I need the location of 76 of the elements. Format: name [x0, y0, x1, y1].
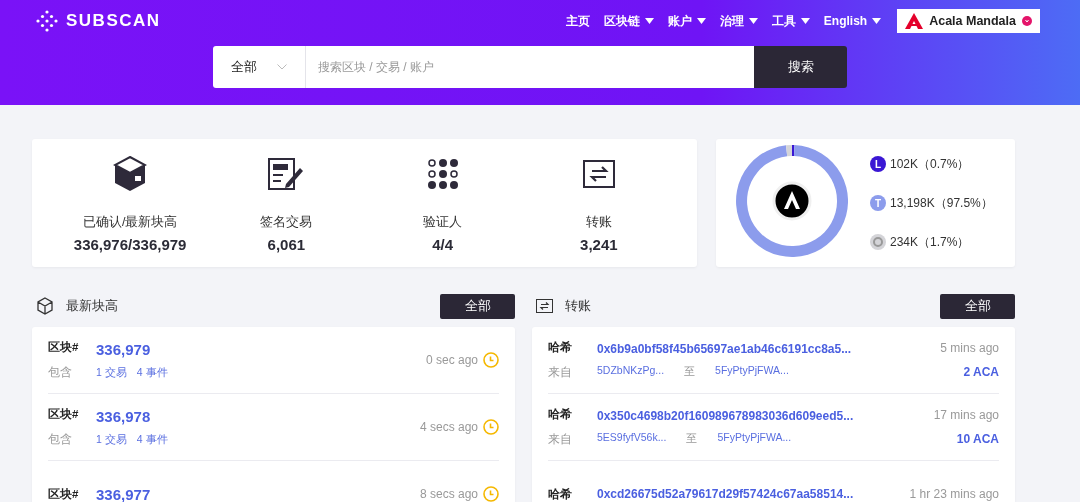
to-label: 至: [686, 430, 698, 446]
logo-icon[interactable]: [36, 10, 58, 32]
block-number-link[interactable]: 336,978: [96, 407, 168, 425]
network-selector[interactable]: Acala Mandala: [897, 9, 1040, 33]
legend-label: 13,198K（97.5%）: [890, 194, 993, 212]
block-label: 区块#: [48, 340, 80, 355]
time-ago: 17 mins ago: [933, 408, 999, 422]
transfer-hash-link[interactable]: 0xcd26675d52a79617d29f57424c67aa58514...: [597, 487, 854, 501]
time-ago: 0 sec ago: [425, 353, 478, 367]
legend-badge: T: [870, 195, 886, 211]
logo-text[interactable]: SUBSCAN: [66, 11, 161, 31]
from-label: 来自: [548, 432, 573, 447]
chevron-icon: [277, 64, 287, 70]
nav-link[interactable]: English: [823, 14, 882, 28]
section-title: 最新块高: [66, 297, 118, 315]
view-all-button[interactable]: 全部: [440, 293, 515, 319]
stat-value: 6,061: [267, 235, 306, 253]
stat-label: 验证人: [423, 213, 463, 231]
transfer-amount: 2 ACA: [963, 365, 999, 379]
stat-label: 已确认/最新块高: [82, 213, 178, 231]
to-label: 至: [684, 363, 696, 379]
recipient-address-link[interactable]: 5FyPtyPjFWA...: [715, 363, 789, 379]
hash-label: 哈希: [548, 340, 573, 355]
time-ago: 8 secs ago: [419, 487, 478, 501]
transfer-hash-link[interactable]: 0x6b9a0bf58f45b65697ae1ab46c6191cc8a5...: [597, 341, 852, 356]
nav-link[interactable]: 主页: [565, 12, 590, 30]
time-ago: 1 hr 23 mins ago: [909, 487, 999, 501]
transfer-hash-link[interactable]: 0x350c4698b20f160989678983036d609eed5...: [597, 408, 854, 423]
cube-icon: [36, 297, 54, 315]
network-logo-icon: [905, 13, 924, 29]
stat-value: 336,976/336,979: [73, 235, 187, 253]
view-all-button[interactable]: 全部: [940, 293, 1015, 319]
clock-icon: [483, 419, 499, 435]
cube-icon: [113, 155, 148, 192]
clock-icon: [483, 486, 499, 502]
nav-link[interactable]: 区块链: [603, 12, 654, 30]
search-button[interactable]: 搜索: [754, 46, 847, 88]
legend-label: 102K（0.7%）: [890, 155, 970, 173]
search-filter-dropdown[interactable]: 全部: [213, 46, 306, 88]
clock-icon: [483, 352, 499, 368]
block-label: 区块#: [48, 407, 80, 422]
stat-label: 转账: [585, 213, 612, 231]
sender-address-link[interactable]: 5ES9fyfV56k...: [597, 430, 667, 446]
stat-value: 4/4: [432, 235, 454, 253]
stat-label: 签名交易: [260, 213, 313, 231]
legend-badge: L: [870, 156, 886, 172]
block-label: 区块#: [48, 486, 80, 502]
search-field[interactable]: 搜索区块 / 交易 / 账户: [306, 46, 754, 88]
section-title: 转账: [565, 297, 591, 315]
dropdown-icon: [1022, 16, 1032, 26]
recipient-address-link[interactable]: 5FyPtyPjFWA...: [717, 430, 792, 446]
block-number-link[interactable]: 336,977: [96, 485, 151, 502]
stat-value: 3,241: [580, 235, 618, 253]
includes-label: 包含: [48, 432, 73, 447]
time-ago: 5 mins ago: [940, 341, 999, 355]
nav-link[interactable]: 治理: [719, 12, 758, 30]
nav-link[interactable]: 工具: [771, 12, 810, 30]
document-pen-icon: [268, 157, 305, 190]
transfer-icon: [536, 299, 553, 313]
events-link[interactable]: 4 事件: [136, 432, 168, 447]
events-link[interactable]: 4 事件: [136, 365, 168, 380]
includes-label: 包含: [48, 365, 73, 380]
hash-label: 哈希: [548, 407, 573, 422]
hash-label: 哈希: [548, 486, 573, 502]
block-number-link[interactable]: 336,979: [96, 340, 168, 358]
extrinsics-link[interactable]: 1 交易: [96, 365, 127, 380]
network-logo-icon: [772, 181, 812, 221]
extrinsics-link[interactable]: 1 交易: [96, 432, 127, 447]
sender-address-link[interactable]: 5DZbNKzPg...: [597, 363, 665, 379]
time-ago: 4 secs ago: [419, 420, 478, 434]
legend-label: 234K（1.7%）: [890, 233, 970, 251]
nav-link[interactable]: 账户: [667, 12, 706, 30]
dot-grid-icon: [427, 158, 458, 189]
transfer-amount: 10 ACA: [956, 432, 999, 446]
transfer-icon: [582, 159, 615, 188]
from-label: 来自: [548, 365, 573, 380]
